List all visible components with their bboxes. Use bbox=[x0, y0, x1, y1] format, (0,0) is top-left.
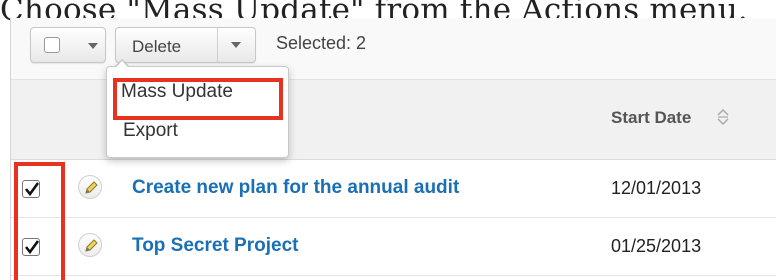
table-row: Create new plan for the annual audit 12/… bbox=[11, 160, 776, 218]
menu-item-export[interactable]: Export bbox=[123, 120, 178, 142]
actions-button[interactable]: Delete bbox=[115, 27, 256, 63]
button-divider bbox=[217, 28, 218, 62]
record-name-link[interactable]: Top Secret Project bbox=[132, 235, 298, 257]
pencil-icon bbox=[85, 181, 98, 194]
select-all-dropdown-button[interactable] bbox=[30, 27, 106, 63]
checkmark-icon bbox=[24, 240, 40, 255]
start-date-cell: 01/25/2013 bbox=[611, 236, 702, 256]
menu-item-mass-update[interactable]: Mass Update bbox=[121, 81, 233, 103]
actions-dropdown-menu: Mass Update Export bbox=[106, 66, 289, 158]
chevron-down-icon bbox=[88, 43, 98, 49]
row-checkbox[interactable] bbox=[22, 180, 40, 198]
record-name-link[interactable]: Create new plan for the annual audit bbox=[132, 177, 459, 199]
sort-icon[interactable] bbox=[715, 105, 731, 129]
selected-count: Selected: 2 bbox=[276, 33, 367, 53]
delete-button-label[interactable]: Delete bbox=[132, 37, 181, 57]
column-header-start-date[interactable]: Start Date bbox=[611, 108, 691, 128]
pencil-icon bbox=[85, 239, 98, 252]
edit-button[interactable] bbox=[78, 233, 102, 257]
edit-button[interactable] bbox=[78, 175, 102, 199]
checkmark-icon bbox=[24, 182, 40, 197]
dropdown-notch-fill bbox=[115, 61, 129, 68]
start-date-cell: 12/01/2013 bbox=[611, 178, 702, 198]
chevron-down-icon[interactable] bbox=[231, 42, 241, 48]
row-checkbox[interactable] bbox=[22, 238, 40, 256]
table-row: Top Secret Project 01/25/2013 bbox=[11, 218, 776, 276]
checkbox-icon[interactable] bbox=[44, 37, 60, 53]
